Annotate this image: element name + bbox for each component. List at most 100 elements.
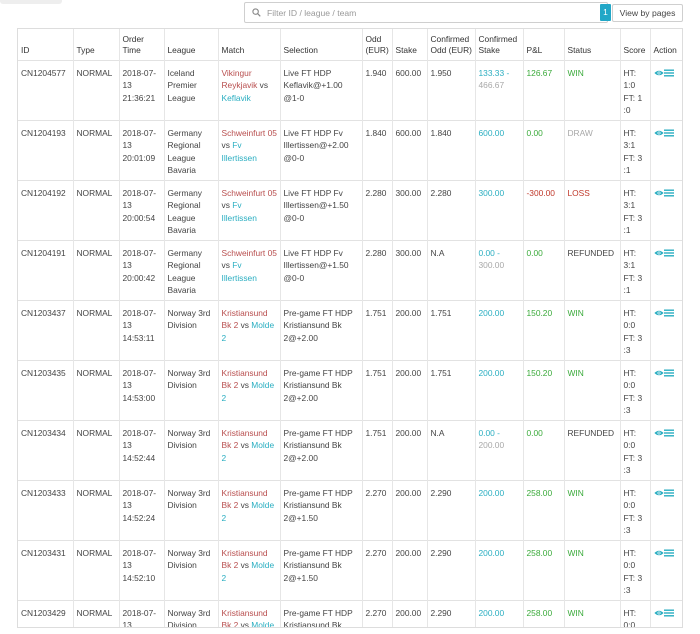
eye-icon[interactable] — [653, 429, 664, 437]
cell-confirmed-stake: 300.00 — [475, 179, 524, 240]
cell-confirmed-odd: 2.280 — [427, 179, 476, 240]
eye-icon[interactable] — [653, 69, 664, 77]
col-header-selection[interactable]: Selection — [280, 29, 363, 60]
cell-odd: 2.270 — [362, 539, 393, 600]
vs-label: vs — [240, 500, 249, 510]
cell-score: HT: 0:0 FT: 3 :3 — [620, 539, 651, 600]
table-row[interactable]: CN1203434 NORMAL 2018-07-13 14:52:44 Norway … — [18, 419, 682, 480]
cell-score: HT: 3:1 FT: 3 :1 — [620, 119, 651, 180]
cell-match[interactable]: Schweinfurt 05 vs Fv Illertissen — [218, 239, 281, 300]
cell-match[interactable]: Schweinfurt 05 vs Fv Illertissen — [218, 179, 281, 240]
col-header-order-time[interactable]: Order Time — [119, 29, 165, 60]
table-row[interactable]: CN1203435 NORMAL 2018-07-13 14:53:00 Norway … — [18, 359, 682, 420]
table-row[interactable]: CN1203433 NORMAL 2018-07-13 14:52:24 Norway … — [18, 479, 682, 540]
cell-confirmed-odd: 1.751 — [427, 359, 476, 420]
eye-icon[interactable] — [653, 129, 664, 137]
list-icon[interactable] — [663, 489, 674, 497]
home-team[interactable]: Schweinfurt 05 — [222, 128, 277, 138]
page-badge[interactable]: 1 — [600, 4, 611, 21]
table-row[interactable]: CN1203429NORMAL2018-07-1314:51:55Norway … — [18, 599, 682, 628]
cell-selection: Pre-game FT HDP Kristiansund Bk 2@+2.00 — [280, 299, 363, 360]
col-header-confirmed-odd[interactable]: Confirmed Odd (EUR) — [427, 29, 476, 60]
list-icon[interactable] — [663, 369, 674, 377]
vs-label: vs — [240, 440, 249, 450]
home-team[interactable]: Vikingur Reykjavik — [222, 68, 258, 91]
order-date: 2018-07-13 — [122, 427, 157, 451]
search-input[interactable] — [267, 5, 597, 20]
home-team[interactable]: Schweinfurt 05 — [222, 248, 277, 258]
cell-stake: 200.00 — [392, 359, 428, 420]
eye-icon[interactable] — [653, 309, 664, 317]
cell-pl: 126.67 — [523, 59, 565, 120]
eye-icon[interactable] — [653, 249, 664, 257]
away-team[interactable]: Keflavik — [222, 93, 251, 103]
cell-id: CN1204192 — [18, 179, 74, 240]
table-row[interactable]: CN1203437 NORMAL 2018-07-13 14:53:11 Norway … — [18, 299, 682, 360]
eye-icon[interactable] — [653, 549, 664, 557]
col-header-confirmed-stake[interactable]: Confirmed Stake — [475, 29, 524, 60]
col-header-status[interactable]: Status — [564, 29, 621, 60]
eye-icon[interactable] — [653, 609, 664, 617]
cell-match[interactable]: Schweinfurt 05 vs Fv Illertissen — [218, 119, 281, 180]
cell-confirmed-odd: 2.290 — [427, 599, 476, 628]
list-icon[interactable] — [663, 429, 674, 437]
cell-confirmed-stake: 200.00 — [475, 299, 524, 360]
list-icon[interactable] — [663, 249, 674, 257]
col-header-pl[interactable]: P&L — [523, 29, 565, 60]
confirmed-stake-value: 0.00 - — [478, 427, 500, 438]
list-icon[interactable] — [663, 189, 674, 197]
cell-id: CN1203429 — [18, 599, 74, 628]
col-header-stake[interactable]: Stake — [392, 29, 428, 60]
col-header-type[interactable]: Type — [73, 29, 120, 60]
cell-pl: 258.00 — [523, 539, 565, 600]
cell-score: HT: 0:0 FT: 3 :3 — [620, 599, 651, 628]
list-icon[interactable] — [663, 309, 674, 317]
cell-odd: 1.840 — [362, 119, 393, 180]
eye-icon[interactable] — [653, 369, 664, 377]
table-row[interactable]: CN1204192 NORMAL 2018-07-13 20:00:54 Germany… — [18, 179, 682, 240]
vs-label: vs — [221, 140, 230, 150]
cell-match[interactable]: Kristiansund Bk 2 vs Molde 2 — [218, 539, 281, 600]
cell-confirmed-stake: 200.00 — [475, 479, 524, 540]
col-header-odd[interactable]: Odd (EUR) — [362, 29, 393, 60]
vs-label: vs — [221, 200, 230, 210]
confirmed-stake-value: 133.33 - — [478, 67, 510, 78]
col-header-match[interactable]: Match — [218, 29, 281, 60]
table-row[interactable]: CN1204191 NORMAL 2018-07-13 20:00:42 Germany… — [18, 239, 682, 300]
cell-stake: 200.00 — [392, 479, 428, 540]
eye-icon[interactable] — [653, 489, 664, 497]
search-bar[interactable] — [244, 2, 608, 23]
cell-match[interactable]: Kristiansund Bk 2 vs Molde 2 — [218, 419, 281, 480]
order-date: 2018-07-13 — [122, 187, 157, 211]
cell-match[interactable]: Kristiansund Bk 2 vs Molde 2 — [218, 599, 281, 628]
order-time: 20:00:54 — [122, 212, 156, 223]
list-icon[interactable] — [663, 69, 674, 77]
list-icon[interactable] — [663, 609, 674, 617]
search-icon — [252, 8, 261, 17]
col-header-score[interactable]: Score — [620, 29, 651, 60]
col-header-league[interactable]: League — [164, 29, 219, 60]
table-row[interactable]: CN1203431 NORMAL 2018-07-13 14:52:10 Norway … — [18, 539, 682, 600]
view-by-pages-button[interactable]: View by pages — [612, 4, 683, 22]
cell-type: NORMAL — [73, 539, 120, 600]
cell-order-time: 2018-07-1314:51:55 — [119, 599, 165, 628]
cell-league: Norway 3rd Division — [164, 599, 219, 628]
order-time: 14:53:11 — [122, 332, 155, 343]
col-header-id[interactable]: ID — [18, 29, 74, 60]
table-row[interactable]: CN1204193 NORMAL 2018-07-13 20:01:09 Germany… — [18, 119, 682, 180]
table-row[interactable]: CN1204577 NORMAL 2018-07-13 21:36:21 Iceland… — [18, 59, 682, 120]
list-icon[interactable] — [663, 129, 674, 137]
cell-match[interactable]: Kristiansund Bk 2 vs Molde 2 — [218, 299, 281, 360]
cell-order-time: 2018-07-13 20:01:09 — [119, 119, 165, 180]
cell-match[interactable]: Kristiansund Bk 2 vs Molde 2 — [218, 359, 281, 420]
cell-match[interactable]: Kristiansund Bk 2 vs Molde 2 — [218, 479, 281, 540]
home-team[interactable]: Schweinfurt 05 — [222, 188, 277, 198]
cell-confirmed-odd: N.A — [427, 239, 476, 300]
cell-odd: 2.270 — [362, 479, 393, 540]
list-icon[interactable] — [663, 549, 674, 557]
eye-icon[interactable] — [653, 189, 664, 197]
cell-odd: 2.270 — [362, 599, 393, 628]
cell-match[interactable]: Vikingur Reykjavik vs Keflavik — [218, 59, 281, 120]
order-date: 2018-07-13 — [122, 247, 157, 271]
confirmed-stake-remainder: 200.00 — [478, 440, 505, 450]
